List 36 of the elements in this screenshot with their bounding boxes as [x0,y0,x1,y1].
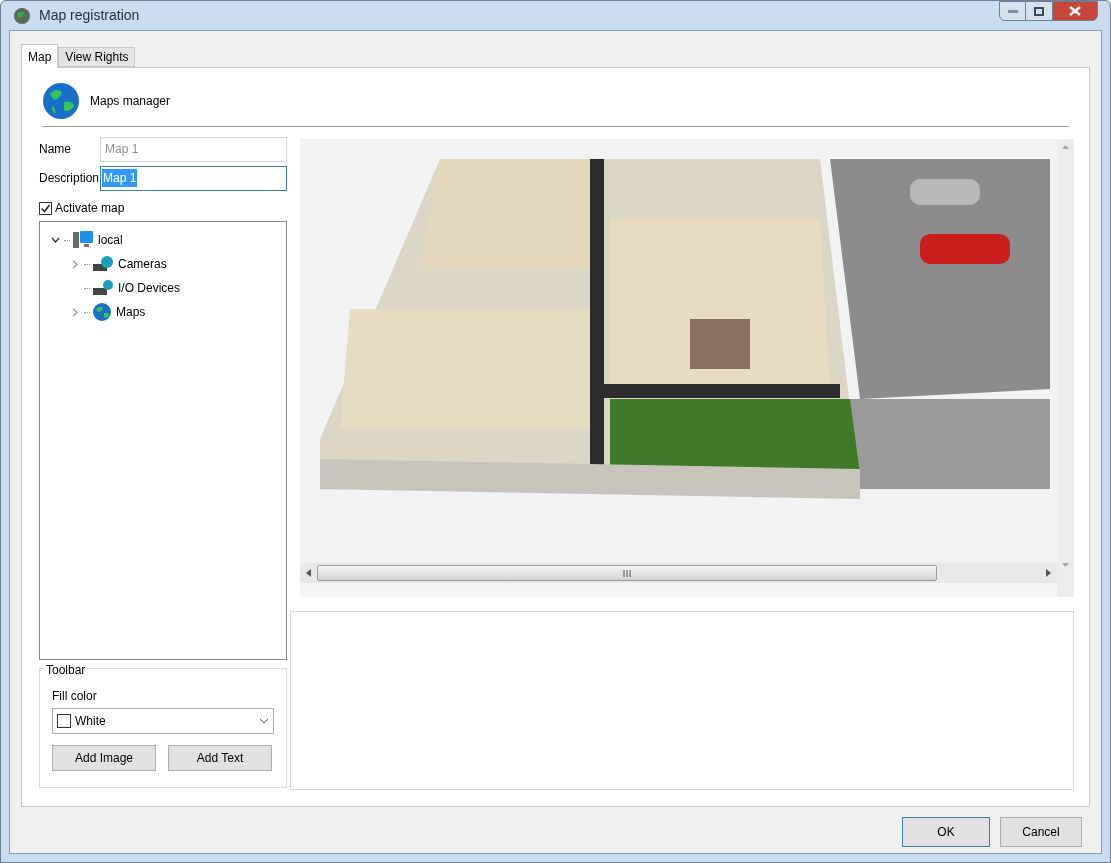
tree-item[interactable]: local [96,231,125,249]
globe-icon [13,6,31,25]
tab[interactable]: View Rights [58,47,136,67]
minimize-button[interactable] [999,1,1026,21]
tab[interactable]: Map [21,44,59,68]
field-label: Name [39,141,72,158]
checkbox-label: Activate map [55,200,125,217]
dialog-button[interactable]: OK [902,817,990,847]
maximize-button[interactable] [1026,1,1052,21]
tree-item[interactable]: Cameras [116,255,169,273]
globe-icon [92,302,112,322]
vertical-scrollbar[interactable] [1057,139,1074,598]
close-icon [1069,6,1081,16]
toolbar-button[interactable]: Add Image [52,745,156,771]
window-title: Map registration [39,6,140,25]
horizontal-scrollbar[interactable] [300,563,1057,583]
device-icon [92,279,114,297]
header-title: Maps manager [90,93,171,110]
chevron-down-icon [259,718,269,724]
field-label: Description [39,170,100,187]
field-label: Fill color [52,688,98,705]
camera-icon [92,255,114,273]
fill-color-dropdown[interactable]: White [52,708,274,734]
toolbar-button[interactable]: Add Text [168,745,272,771]
maximize-icon [1034,6,1044,16]
scrollbar-thumb[interactable] [317,565,937,581]
dialog-button[interactable]: Cancel [1000,817,1082,847]
tree-item[interactable]: Maps [114,303,148,321]
computer-icon [72,230,94,250]
globe-icon [42,82,80,120]
tree-item[interactable]: I/O Devices [116,279,182,297]
grip-icon [623,569,631,577]
color-swatch-icon [57,714,71,728]
close-button[interactable] [1052,1,1098,21]
checkbox[interactable] [39,201,52,215]
minimize-icon [1007,9,1018,13]
